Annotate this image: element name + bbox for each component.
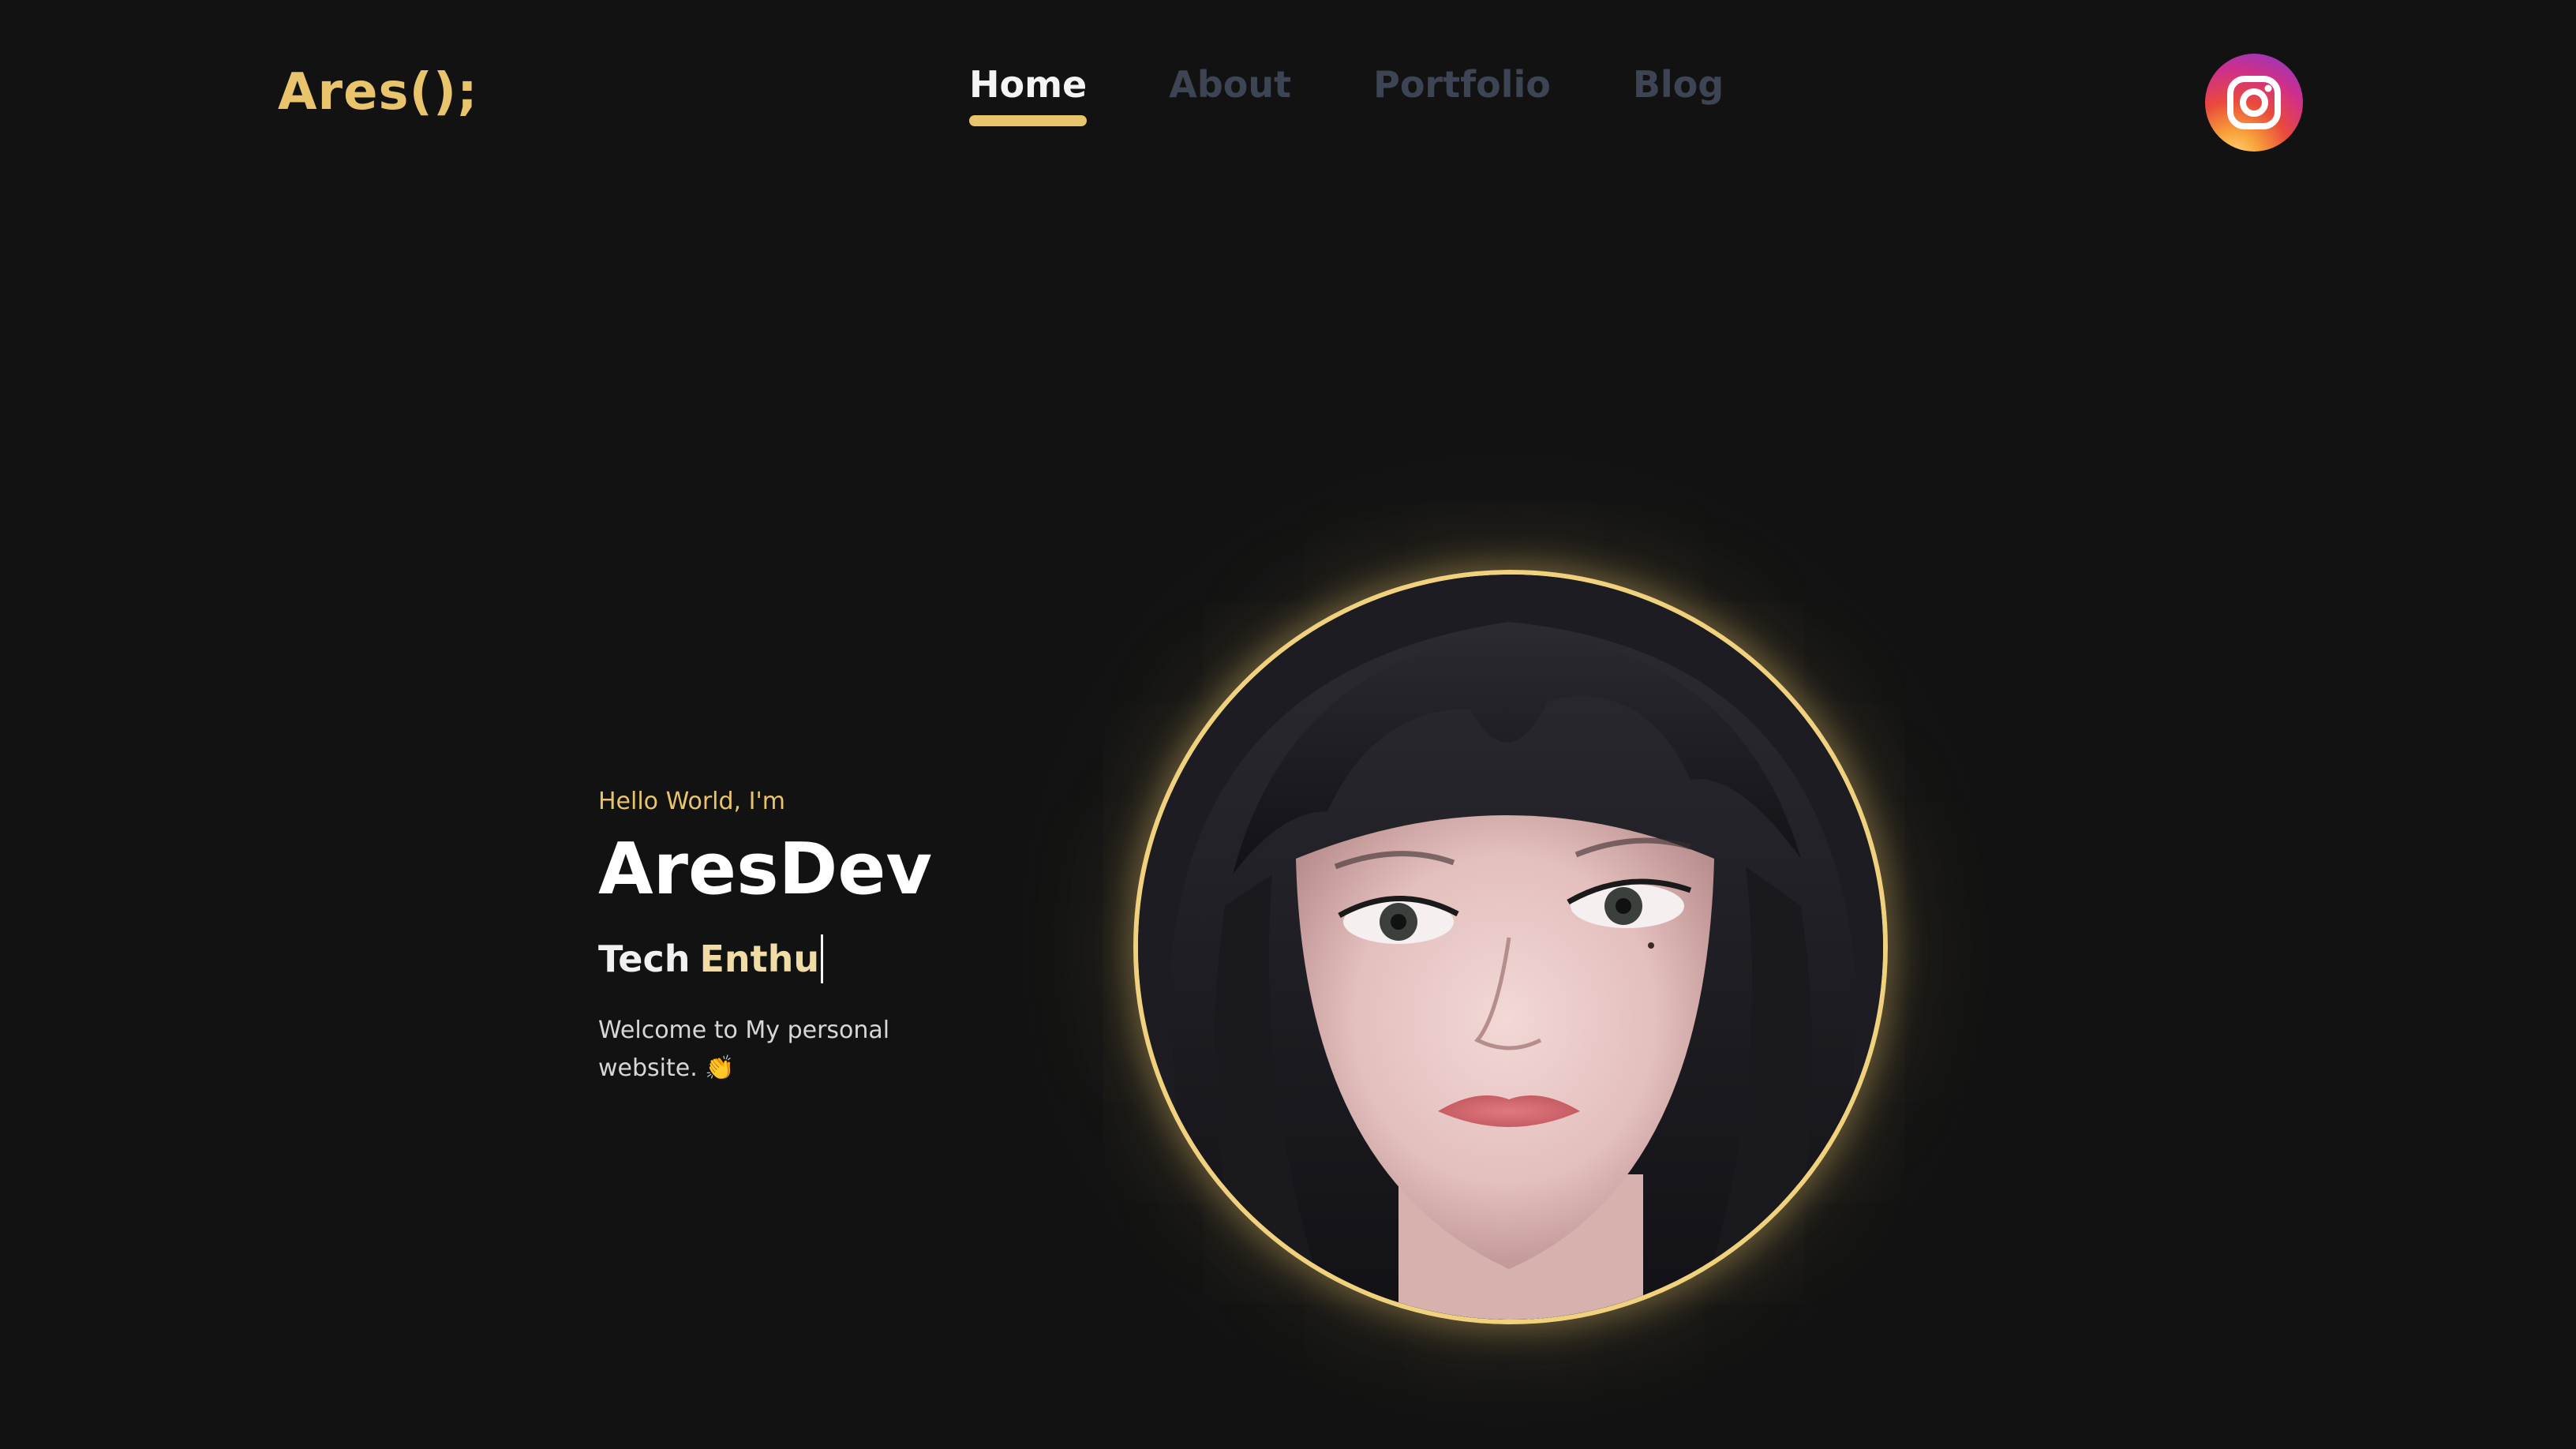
nav-item-home[interactable]: Home — [969, 63, 1088, 126]
nav-item-blog[interactable]: Blog — [1633, 63, 1724, 118]
instagram-button[interactable] — [2205, 54, 2303, 152]
instagram-icon — [2227, 76, 2281, 129]
hero-role: Tech Enthu — [598, 934, 977, 983]
avatar — [1133, 570, 1888, 1324]
hero-name: AresDev — [598, 828, 933, 911]
hero-role-static: Tech — [598, 937, 691, 980]
site-logo[interactable]: Ares(); — [278, 63, 478, 122]
typing-caret — [821, 934, 824, 983]
portrait-illustration — [1138, 575, 1883, 1320]
hero-greeting: Hello World, I'm — [598, 788, 785, 815]
hero-welcome-text: Welcome to My personal website. 👏 — [598, 1016, 890, 1082]
nav-item-portfolio[interactable]: Portfolio — [1373, 63, 1551, 118]
nav-item-about[interactable]: About — [1169, 63, 1291, 118]
main-nav: Home About Portfolio Blog — [969, 63, 1724, 126]
hero-role-typed: Enthu — [699, 937, 820, 980]
page: Ares(); Home About Portfolio Blog Hello … — [0, 0, 2576, 1449]
hero-section: Hello World, I'm AresDev Tech Enthu Welc… — [598, 788, 977, 1088]
